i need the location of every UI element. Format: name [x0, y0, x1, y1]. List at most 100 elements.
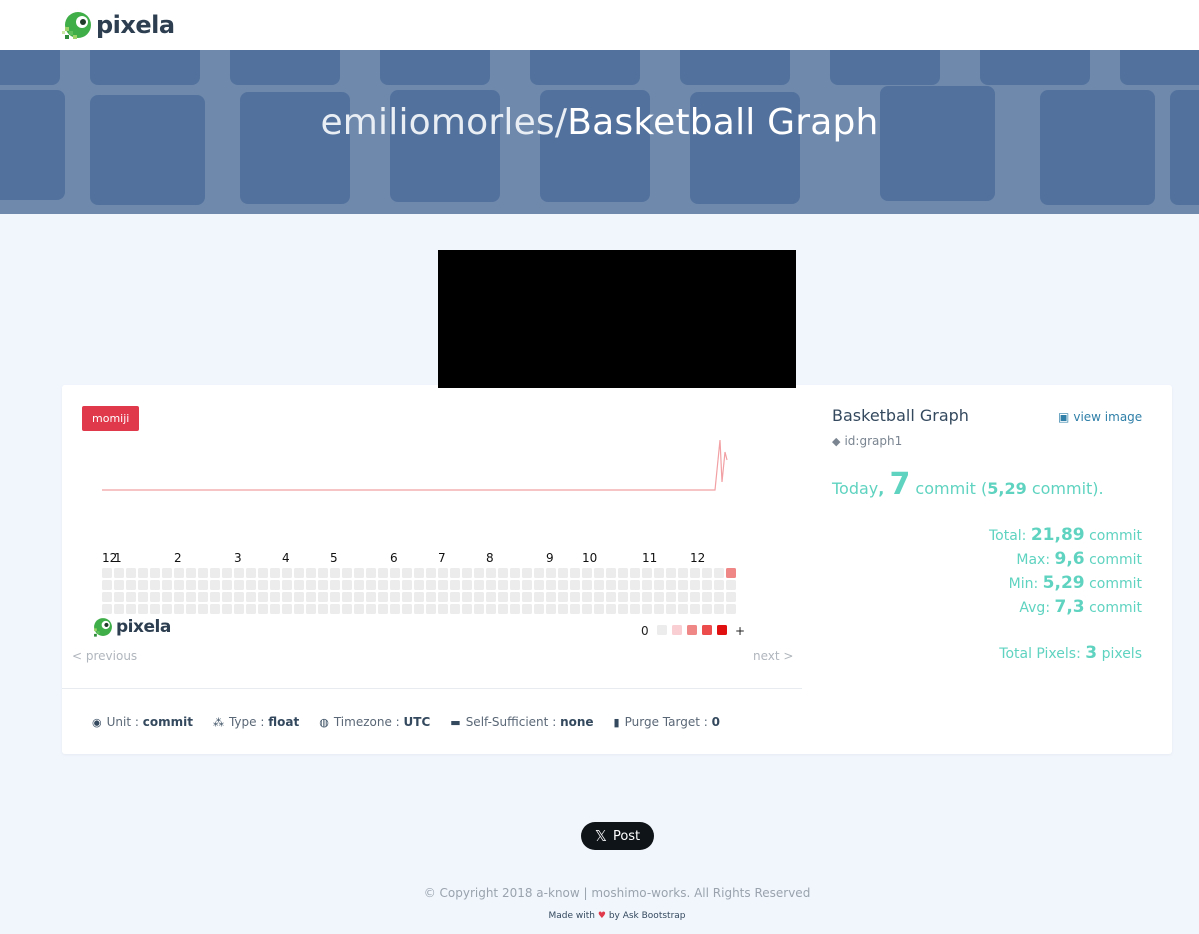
pixel[interactable]	[330, 568, 340, 578]
pixel[interactable]	[690, 580, 700, 590]
pixel[interactable]	[450, 568, 460, 578]
pixel[interactable]	[606, 568, 616, 578]
pixel[interactable]	[102, 592, 112, 602]
pixel[interactable]	[654, 568, 664, 578]
next-link[interactable]: next >	[753, 649, 793, 663]
embedded-video[interactable]	[438, 250, 796, 388]
pixel[interactable]	[714, 568, 724, 578]
pixel[interactable]	[498, 604, 508, 614]
pixel[interactable]	[198, 592, 208, 602]
pixel[interactable]	[138, 604, 148, 614]
pixel[interactable]	[402, 568, 412, 578]
pixel[interactable]	[654, 604, 664, 614]
pixel[interactable]	[450, 592, 460, 602]
pixel[interactable]	[366, 592, 376, 602]
pixel[interactable]	[498, 592, 508, 602]
pixel[interactable]	[198, 580, 208, 590]
pixel[interactable]	[150, 580, 160, 590]
pixel[interactable]	[162, 604, 172, 614]
pixel[interactable]	[546, 604, 556, 614]
pixel[interactable]	[378, 604, 388, 614]
pixel[interactable]	[690, 604, 700, 614]
pixel[interactable]	[402, 592, 412, 602]
pixel[interactable]	[558, 604, 568, 614]
pixel[interactable]	[666, 604, 676, 614]
pixel[interactable]	[546, 580, 556, 590]
pixel[interactable]	[174, 568, 184, 578]
pixel[interactable]	[366, 580, 376, 590]
pixel[interactable]	[582, 604, 592, 614]
pixel[interactable]	[678, 580, 688, 590]
pixel[interactable]	[306, 592, 316, 602]
pixel[interactable]	[534, 592, 544, 602]
pixel[interactable]	[702, 592, 712, 602]
brand-logo-link[interactable]: pixela	[62, 9, 175, 41]
pixel[interactable]	[246, 604, 256, 614]
pixel[interactable]	[318, 592, 328, 602]
pixel[interactable]	[498, 568, 508, 578]
pixel[interactable]	[114, 604, 124, 614]
pixel[interactable]	[198, 568, 208, 578]
pixel[interactable]	[390, 592, 400, 602]
pixel-filled[interactable]	[726, 568, 736, 578]
pixel[interactable]	[150, 604, 160, 614]
pixel[interactable]	[354, 568, 364, 578]
pixel[interactable]	[126, 580, 136, 590]
pixel[interactable]	[582, 568, 592, 578]
pixel[interactable]	[162, 580, 172, 590]
pixel[interactable]	[354, 604, 364, 614]
pixel[interactable]	[402, 604, 412, 614]
pixel[interactable]	[438, 592, 448, 602]
pixel[interactable]	[534, 604, 544, 614]
pixel[interactable]	[342, 580, 352, 590]
pixel[interactable]	[474, 568, 484, 578]
pixel[interactable]	[462, 580, 472, 590]
pixel[interactable]	[570, 604, 580, 614]
pixel[interactable]	[234, 568, 244, 578]
pixel[interactable]	[234, 580, 244, 590]
pixel[interactable]	[390, 604, 400, 614]
pixel[interactable]	[450, 604, 460, 614]
pixel[interactable]	[426, 568, 436, 578]
pixel[interactable]	[258, 568, 268, 578]
pixel[interactable]	[246, 580, 256, 590]
pixel[interactable]	[342, 568, 352, 578]
pixel[interactable]	[702, 604, 712, 614]
pixel[interactable]	[222, 604, 232, 614]
pixel[interactable]	[522, 604, 532, 614]
pixel[interactable]	[294, 604, 304, 614]
pixel[interactable]	[282, 568, 292, 578]
pixel[interactable]	[222, 568, 232, 578]
pixel[interactable]	[438, 568, 448, 578]
pixel[interactable]	[294, 592, 304, 602]
pixel[interactable]	[210, 568, 220, 578]
pixel[interactable]	[306, 580, 316, 590]
pixel[interactable]	[726, 592, 736, 602]
pixel[interactable]	[534, 580, 544, 590]
pixel[interactable]	[354, 592, 364, 602]
pixel[interactable]	[570, 568, 580, 578]
pixel[interactable]	[210, 580, 220, 590]
pixel[interactable]	[594, 580, 604, 590]
pixel[interactable]	[630, 592, 640, 602]
pixel[interactable]	[342, 604, 352, 614]
pixel[interactable]	[594, 568, 604, 578]
view-image-link[interactable]: ▣ view image	[1058, 410, 1142, 424]
pixel[interactable]	[162, 592, 172, 602]
pixel[interactable]	[654, 580, 664, 590]
pixel[interactable]	[546, 592, 556, 602]
pixel[interactable]	[570, 592, 580, 602]
pixel[interactable]	[474, 592, 484, 602]
pixel[interactable]	[474, 580, 484, 590]
pixel[interactable]	[258, 592, 268, 602]
pixel[interactable]	[258, 604, 268, 614]
pixel[interactable]	[402, 580, 412, 590]
pixel[interactable]	[126, 604, 136, 614]
pixel[interactable]	[414, 604, 424, 614]
pixel[interactable]	[114, 592, 124, 602]
pixel[interactable]	[378, 568, 388, 578]
pixel[interactable]	[342, 592, 352, 602]
pixel[interactable]	[186, 580, 196, 590]
pixel[interactable]	[150, 592, 160, 602]
pixel[interactable]	[270, 604, 280, 614]
